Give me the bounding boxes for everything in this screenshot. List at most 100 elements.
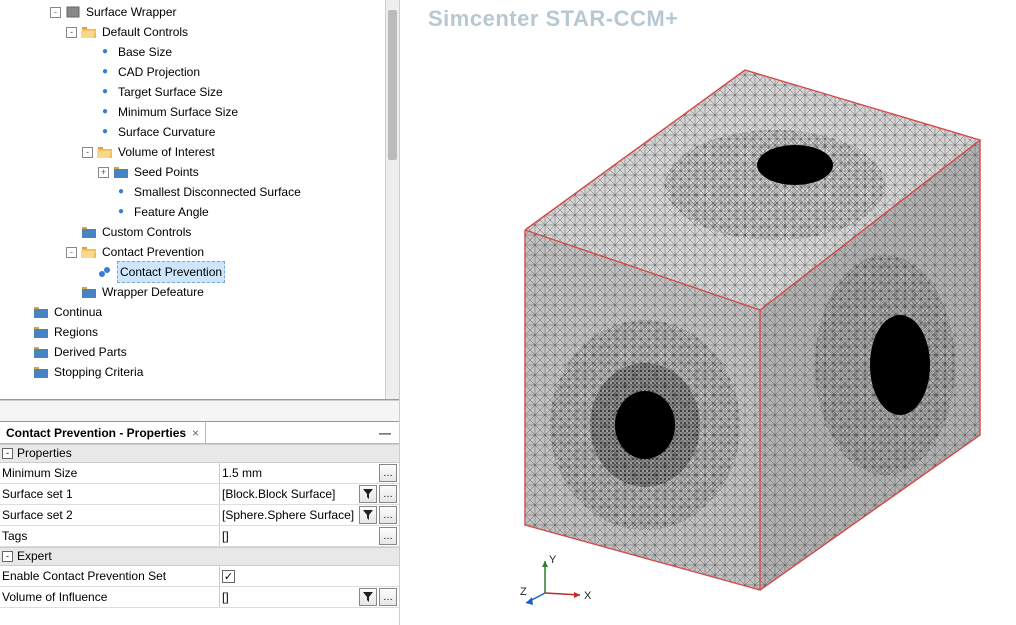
- prop-key: Enable Contact Prevention Set: [0, 566, 220, 586]
- tree-label: Smallest Disconnected Surface: [133, 182, 302, 202]
- close-properties-icon[interactable]: ×: [192, 422, 199, 444]
- panel-divider[interactable]: [0, 400, 399, 422]
- toggle-spacer: [98, 207, 109, 218]
- 3d-viewport[interactable]: Simcenter STAR-CCM+: [400, 0, 1016, 625]
- tree-label: Minimum Surface Size: [117, 102, 239, 122]
- axis-y-label: Y: [549, 554, 557, 566]
- tree-label: Seed Points: [133, 162, 200, 182]
- properties-title-tab[interactable]: Contact Prevention - Properties ×: [0, 422, 206, 443]
- tree-item-derived-parts[interactable]: Derived Parts: [2, 342, 385, 362]
- folder-closed-icon: [33, 324, 49, 340]
- bullet-icon: ●: [113, 184, 129, 200]
- watermark-text: Simcenter STAR-CCM+: [428, 6, 679, 32]
- prop-value[interactable]: [Sphere.Sphere Surface]: [222, 508, 357, 522]
- tree-item-contact-prevention[interactable]: - Contact Prevention: [2, 242, 385, 262]
- minimize-properties-button[interactable]: ―: [371, 422, 399, 444]
- bullet-icon: ●: [113, 204, 129, 220]
- prop-value[interactable]: [Block.Block Surface]: [222, 487, 357, 501]
- filter-button[interactable]: [359, 485, 377, 503]
- funnel-icon: [363, 510, 373, 520]
- tree-label: Contact Prevention: [117, 261, 225, 283]
- tree-item-minimum-surface-size[interactable]: ●Minimum Surface Size: [2, 102, 385, 122]
- tree-item-regions[interactable]: Regions: [2, 322, 385, 342]
- toggle-spacer: [82, 47, 93, 58]
- left-panel: -Surface Wrapper-Default Controls●Base S…: [0, 0, 400, 625]
- more-button[interactable]: …: [379, 485, 397, 503]
- toggle-spacer: [18, 327, 29, 338]
- tree-item-wrapper-defeature[interactable]: Wrapper Defeature: [2, 282, 385, 302]
- tree-item-surface-curvature[interactable]: ●Surface Curvature: [2, 122, 385, 142]
- tree-item-contact-prevention[interactable]: Contact Prevention: [2, 262, 385, 282]
- prop-key: Surface set 1: [0, 484, 220, 504]
- collapse-icon[interactable]: -: [66, 247, 77, 258]
- properties-group-label: Expert: [17, 547, 52, 566]
- tree-label: Target Surface Size: [117, 82, 224, 102]
- collapse-icon[interactable]: -: [50, 7, 61, 18]
- more-button[interactable]: …: [379, 527, 397, 545]
- prop-key: Minimum Size: [0, 463, 220, 483]
- tree-item-seed-points[interactable]: + Seed Points: [2, 162, 385, 182]
- folder-closed-icon: [81, 284, 97, 300]
- more-button[interactable]: …: [379, 588, 397, 606]
- prop-row-surface-set-1[interactable]: Surface set 1 [Block.Block Surface] …: [0, 484, 399, 505]
- prop-row-enable-contact-prevention[interactable]: Enable Contact Prevention Set ✓: [0, 566, 399, 587]
- tree-item-target-surface-size[interactable]: ●Target Surface Size: [2, 82, 385, 102]
- simulation-tree-pane: -Surface Wrapper-Default Controls●Base S…: [0, 0, 399, 400]
- tree-item-default-controls[interactable]: - Default Controls: [2, 22, 385, 42]
- bullet-icon: ●: [97, 124, 113, 140]
- filter-button[interactable]: [359, 506, 377, 524]
- tree-item-cad-projection[interactable]: ●CAD Projection: [2, 62, 385, 82]
- tree-label: Volume of Interest: [117, 142, 216, 162]
- prop-value[interactable]: []: [222, 590, 357, 604]
- properties-group-label: Properties: [17, 444, 72, 463]
- prop-value[interactable]: []: [222, 529, 377, 543]
- tree-item-feature-angle[interactable]: ●Feature Angle: [2, 202, 385, 222]
- tree-item-smallest-disconnected-surface[interactable]: ●Smallest Disconnected Surface: [2, 182, 385, 202]
- properties-group-properties[interactable]: - Properties: [0, 444, 399, 463]
- toggle-spacer: [82, 127, 93, 138]
- folder-closed-icon: [33, 344, 49, 360]
- tree-label: Wrapper Defeature: [101, 282, 205, 302]
- tree-item-volume-of-interest[interactable]: - Volume of Interest: [2, 142, 385, 162]
- axis-triad: X Y Z: [520, 553, 600, 613]
- tree-label: Default Controls: [101, 22, 189, 42]
- prop-row-volume-of-influence[interactable]: Volume of Influence [] …: [0, 587, 399, 608]
- collapse-icon[interactable]: -: [2, 551, 13, 562]
- funnel-icon: [363, 592, 373, 602]
- tree-item-continua[interactable]: Continua: [2, 302, 385, 322]
- toggle-spacer: [18, 367, 29, 378]
- more-button[interactable]: …: [379, 506, 397, 524]
- tree-scrollbar[interactable]: [385, 0, 399, 399]
- filter-button[interactable]: [359, 588, 377, 606]
- folder-closed-icon: [33, 304, 49, 320]
- tree-scrollbar-thumb[interactable]: [388, 10, 397, 160]
- bullet-icon: ●: [97, 64, 113, 80]
- prop-row-surface-set-2[interactable]: Surface set 2 [Sphere.Sphere Surface] …: [0, 505, 399, 526]
- tree-item-base-size[interactable]: ●Base Size: [2, 42, 385, 62]
- toggle-spacer: [66, 287, 77, 298]
- toggle-spacer: [82, 267, 93, 278]
- properties-group-expert[interactable]: - Expert: [0, 547, 399, 566]
- tree-label: Stopping Criteria: [53, 362, 144, 382]
- tree-item-surface-wrapper[interactable]: -Surface Wrapper: [2, 2, 385, 22]
- enable-checkbox[interactable]: ✓: [222, 570, 235, 583]
- collapse-icon[interactable]: -: [82, 147, 93, 158]
- simulation-tree[interactable]: -Surface Wrapper-Default Controls●Base S…: [0, 0, 385, 399]
- more-button[interactable]: …: [379, 464, 397, 482]
- axis-x-label: X: [584, 590, 592, 602]
- collapse-icon[interactable]: -: [66, 27, 77, 38]
- tree-label: Surface Curvature: [117, 122, 216, 142]
- bullet-icon: ●: [97, 104, 113, 120]
- collapse-icon[interactable]: -: [2, 448, 13, 459]
- prop-key: Surface set 2: [0, 505, 220, 525]
- prop-value[interactable]: 1.5 mm: [222, 466, 377, 480]
- expand-icon[interactable]: +: [98, 167, 109, 178]
- prop-row-tags[interactable]: Tags [] …: [0, 526, 399, 547]
- bullet-icon: ●: [97, 84, 113, 100]
- tree-item-custom-controls[interactable]: Custom Controls: [2, 222, 385, 242]
- tree-item-stopping-criteria[interactable]: Stopping Criteria: [2, 362, 385, 382]
- wrap-icon: [65, 4, 81, 20]
- prop-row-minimum-size[interactable]: Minimum Size 1.5 mm …: [0, 463, 399, 484]
- tree-label: Contact Prevention: [101, 242, 205, 262]
- toggle-spacer: [98, 187, 109, 198]
